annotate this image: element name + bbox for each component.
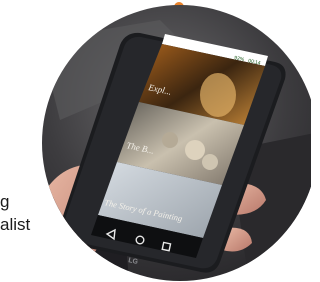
phone-photo: 00:14 92% Expl... The B... The Story of …: [42, 2, 311, 281]
